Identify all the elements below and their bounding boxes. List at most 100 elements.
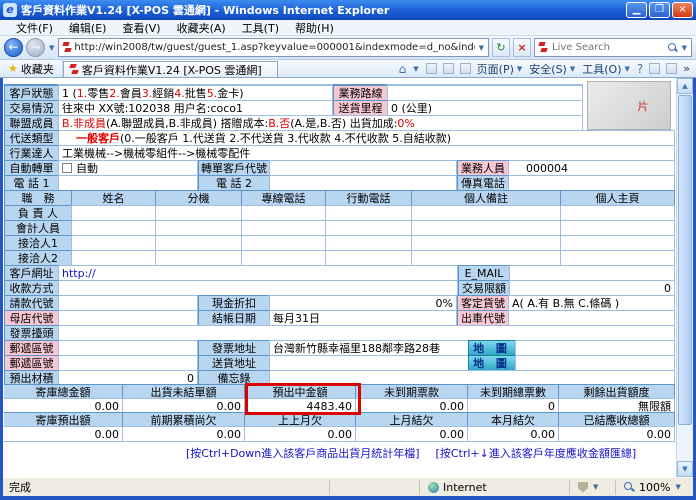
address-dropdown-icon[interactable]: ▼ <box>478 44 485 52</box>
cell[interactable] <box>325 250 412 266</box>
favorites-button[interactable]: ★ 收藏夹 <box>0 60 63 77</box>
live-search-box[interactable]: ▼ <box>534 38 692 57</box>
scrollbar-thumb[interactable] <box>678 95 692 425</box>
chevron-more-icon[interactable]: » <box>683 62 690 75</box>
scroll-up-icon[interactable]: ▲ <box>677 78 693 94</box>
customer-photo-placeholder[interactable]: 片 <box>587 81 671 130</box>
cell[interactable] <box>560 205 675 221</box>
cell[interactable] <box>71 235 156 251</box>
menu-edit[interactable]: 编辑(E) <box>61 20 115 36</box>
cell[interactable] <box>241 250 326 266</box>
cell[interactable] <box>241 220 326 236</box>
menu-help[interactable]: 帮助(H) <box>287 20 342 36</box>
custom-item-field[interactable]: A( A.有 B.無 C.條碼 ) <box>508 295 675 311</box>
scroll-down-icon[interactable]: ▼ <box>677 461 693 477</box>
trade-limit-field[interactable]: 0 <box>509 280 675 296</box>
delivery-address-field[interactable] <box>269 355 469 371</box>
filler-field <box>515 355 675 371</box>
feeds-icon[interactable] <box>426 63 437 74</box>
cell[interactable] <box>71 220 156 236</box>
amount-cell: 0.00 <box>122 426 245 442</box>
business-route-field[interactable] <box>387 85 583 101</box>
email-field[interactable] <box>509 265 675 281</box>
page-menu[interactable]: 页面(P) ▼ <box>477 61 524 77</box>
menu-tools[interactable]: 工具(T) <box>234 20 287 36</box>
vertical-scrollbar[interactable]: ▲ ▼ <box>676 78 693 477</box>
cell[interactable] <box>325 235 412 251</box>
fax-field[interactable] <box>508 175 675 191</box>
cell[interactable] <box>325 220 412 236</box>
print-icon[interactable] <box>460 63 471 74</box>
cell[interactable] <box>155 205 242 221</box>
website-field[interactable]: http:// <box>58 265 458 281</box>
search-icon[interactable] <box>668 43 678 53</box>
help-icon[interactable]: ? <box>637 62 643 76</box>
home-icon[interactable]: ⌂ <box>399 62 407 76</box>
yearly-receivable-link[interactable]: [按Ctrl+↓進入該客戶年度應收金額匯總] <box>436 445 637 461</box>
cell[interactable] <box>411 205 561 221</box>
cell[interactable] <box>155 235 242 251</box>
search-dropdown-icon[interactable]: ▼ <box>681 44 688 52</box>
refresh-button[interactable]: ↻ <box>492 38 510 57</box>
industry-field[interactable]: 工業機械-->機械零組件-->機械零配件 <box>58 145 675 161</box>
phone1-field[interactable] <box>58 175 198 191</box>
invoice-title-field[interactable] <box>58 325 675 341</box>
cash-discount-field[interactable]: 0% <box>269 295 457 311</box>
search-input[interactable] <box>550 41 665 54</box>
zoom-control[interactable]: 100% ▼ <box>615 480 693 495</box>
transfer-code-field[interactable] <box>269 160 457 176</box>
alliance-field[interactable]: B.非成員 (A.聯盟成員,B.非成員) 搭贈成本: B.否 (A.是,B.否)… <box>58 115 583 131</box>
cell[interactable] <box>241 205 326 221</box>
stop-button[interactable]: × <box>513 38 531 57</box>
customer-status-field[interactable]: 1 ( 1. 零售 2. 會員 3. 經銷 4. 批售 5. 金卡) <box>58 85 333 101</box>
cell[interactable] <box>560 235 675 251</box>
protected-mode-indicator[interactable]: ▼ <box>569 480 615 495</box>
extension-icon[interactable] <box>649 63 660 74</box>
payment-field[interactable] <box>58 280 458 296</box>
minimize-button[interactable]: ▁ <box>626 2 647 18</box>
cell[interactable] <box>71 250 156 266</box>
tools-menu[interactable]: 工具(O) ▼ <box>582 61 631 77</box>
zip-code-field[interactable] <box>58 340 198 356</box>
back-button[interactable]: ← <box>4 38 23 57</box>
zip-code-field[interactable] <box>58 355 198 371</box>
home-dropdown-icon[interactable]: ▼ <box>412 65 419 73</box>
cell[interactable] <box>411 250 561 266</box>
cell[interactable] <box>411 235 561 251</box>
map-button[interactable]: 地 圖 <box>468 355 516 371</box>
cell[interactable] <box>325 205 412 221</box>
cell[interactable] <box>241 235 326 251</box>
extension-icon[interactable] <box>666 63 677 74</box>
close-button[interactable]: × <box>672 2 693 18</box>
forward-button[interactable]: → <box>26 38 45 57</box>
menu-file[interactable]: 文件(F) <box>8 20 61 36</box>
phone2-field[interactable] <box>269 175 457 191</box>
address-url[interactable]: http://win2008/tw/guest/guest_1.asp?keyv… <box>74 42 474 53</box>
delivery-type-field[interactable]: 一般客戶 (0.一般客戶 1.代送貨 2.不代送貨 3.代收款 4.不代收款 5… <box>58 130 675 146</box>
safety-menu[interactable]: 安全(S) ▼ <box>529 61 576 77</box>
active-tab[interactable]: 客戶資料作業V1.24 [X-POS 雲通網] <box>63 61 278 77</box>
monthly-stats-link[interactable]: [按Ctrl+Down進入該客戶商品出貨月統計年檔] <box>186 445 420 461</box>
menu-favorites[interactable]: 收藏夹(A) <box>169 20 234 36</box>
invoice-address-field[interactable]: 台灣新竹縣幸福里188鄰李路28巷 <box>269 340 469 356</box>
map-button[interactable]: 地 圖 <box>468 340 516 356</box>
menu-view[interactable]: 查看(V) <box>114 20 168 36</box>
read-mail-icon[interactable] <box>443 63 454 74</box>
auto-checkbox[interactable] <box>62 163 72 173</box>
trade-status-field[interactable]: 往來中 XX號:102038 用户名:coco1 <box>58 100 333 116</box>
cell[interactable] <box>411 220 561 236</box>
cell[interactable] <box>560 220 675 236</box>
cell[interactable] <box>155 220 242 236</box>
billing-code-field[interactable] <box>58 295 198 311</box>
history-dropdown-icon[interactable]: ▼ <box>48 44 55 52</box>
cell[interactable] <box>71 205 156 221</box>
address-bar[interactable]: http://win2008/tw/guest/guest_1.asp?keyv… <box>58 38 489 57</box>
salesperson-field[interactable]: 000004 <box>508 160 675 176</box>
cell[interactable] <box>155 250 242 266</box>
mileage-field[interactable]: 0 (公里) <box>387 100 583 116</box>
parent-store-field[interactable] <box>58 310 198 326</box>
truck-code-field[interactable] <box>508 310 675 326</box>
cell[interactable] <box>560 250 675 266</box>
maximize-button[interactable]: ❐ <box>649 2 670 18</box>
closing-date-field[interactable]: 每月31日 <box>269 310 457 326</box>
